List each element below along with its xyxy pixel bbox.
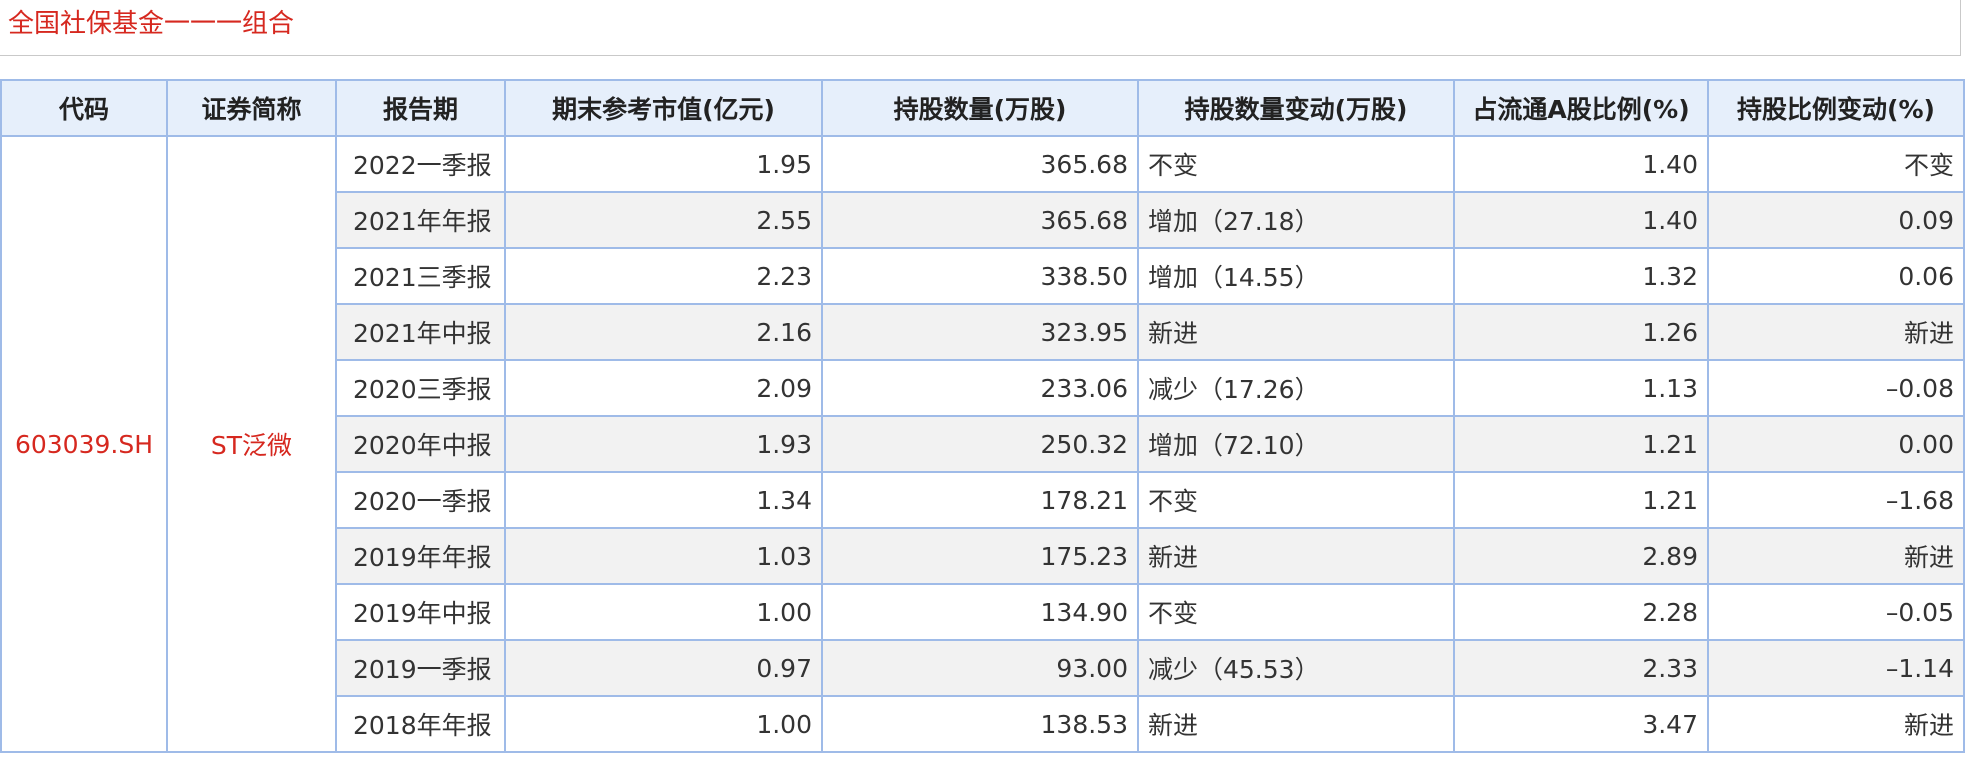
cell-market-value: 2.16 <box>504 303 823 361</box>
cell-market-value: 2.09 <box>504 359 823 417</box>
title-box: 全国社保基金一一一组合 <box>0 0 1961 56</box>
cell-ratio-change: 0.09 <box>1707 191 1965 249</box>
cell-report-period: 2019年年报 <box>335 527 506 585</box>
cell-shares: 233.06 <box>821 359 1139 417</box>
cell-share-change: 新进 <box>1137 695 1455 753</box>
cell-float-ratio: 1.40 <box>1453 135 1709 193</box>
cell-report-period: 2021三季报 <box>335 247 506 305</box>
table-header: 代码 证券简称 报告期 期末参考市值(亿元) 持股数量(万股) 持股数量变动(万… <box>0 79 1965 137</box>
table-row[interactable]: 603039.SH ST泛微 2022一季报 1.95 365.68 不变 1.40 不变 <box>0 135 1965 753</box>
fund-title: 全国社保基金一一一组合 <box>8 9 295 39</box>
cell-shares: 323.95 <box>821 303 1139 361</box>
cell-float-ratio: 1.26 <box>1453 303 1709 361</box>
cell-report-period: 2021年年报 <box>335 191 506 249</box>
cell-market-value: 2.55 <box>504 191 823 249</box>
cell-market-value: 1.95 <box>504 135 823 193</box>
cell-float-ratio: 1.13 <box>1453 359 1709 417</box>
cell-float-ratio: 2.28 <box>1453 583 1709 641</box>
cell-shares: 365.68 <box>821 191 1139 249</box>
cell-shares: 134.90 <box>821 583 1139 641</box>
cell-report-period: 2022一季报 <box>335 135 506 193</box>
cell-report-period: 2020一季报 <box>335 471 506 529</box>
cell-report-period: 2019年中报 <box>335 583 506 641</box>
header-market-value[interactable]: 期末参考市值(亿元) <box>504 79 823 137</box>
cell-report-period: 2018年年报 <box>335 695 506 753</box>
cell-report-period: 2021年中报 <box>335 303 506 361</box>
cell-ratio-change: –1.68 <box>1707 471 1965 529</box>
cell-float-ratio: 2.33 <box>1453 639 1709 697</box>
header-report-period[interactable]: 报告期 <box>335 79 506 137</box>
cell-market-value: 1.00 <box>504 583 823 641</box>
cell-ratio-change: 不变 <box>1707 135 1965 193</box>
cell-float-ratio: 2.89 <box>1453 527 1709 585</box>
cell-ratio-change: –0.08 <box>1707 359 1965 417</box>
cell-share-change: 增加（14.55） <box>1137 247 1455 305</box>
table-body: 603039.SH ST泛微 2022一季报 1.95 365.68 不变 1.40 不变 20… <box>0 135 1965 753</box>
header-shares[interactable]: 持股数量(万股) <box>821 79 1139 137</box>
stock-name-link[interactable]: ST泛微 <box>166 135 337 753</box>
cell-share-change: 减少（17.26） <box>1137 359 1455 417</box>
cell-float-ratio: 1.21 <box>1453 471 1709 529</box>
header-code[interactable]: 代码 <box>0 79 168 137</box>
cell-report-period: 2020年中报 <box>335 415 506 473</box>
cell-report-period: 2020三季报 <box>335 359 506 417</box>
cell-market-value: 1.03 <box>504 527 823 585</box>
cell-ratio-change: 新进 <box>1707 527 1965 585</box>
stock-code-link[interactable]: 603039.SH <box>0 135 168 753</box>
holdings-table: 代码 证券简称 报告期 期末参考市值(亿元) 持股数量(万股) 持股数量变动(万… <box>0 79 1965 753</box>
cell-ratio-change: –0.05 <box>1707 583 1965 641</box>
cell-market-value: 0.97 <box>504 639 823 697</box>
cell-float-ratio: 1.32 <box>1453 247 1709 305</box>
cell-ratio-change: 新进 <box>1707 695 1965 753</box>
cell-shares: 138.53 <box>821 695 1139 753</box>
cell-ratio-change: 0.00 <box>1707 415 1965 473</box>
cell-shares: 178.21 <box>821 471 1139 529</box>
cell-shares: 93.00 <box>821 639 1139 697</box>
cell-share-change: 不变 <box>1137 583 1455 641</box>
cell-shares: 250.32 <box>821 415 1139 473</box>
cell-share-change: 不变 <box>1137 471 1455 529</box>
cell-share-change: 增加（27.18） <box>1137 191 1455 249</box>
cell-shares: 338.50 <box>821 247 1139 305</box>
cell-report-period: 2019一季报 <box>335 639 506 697</box>
cell-shares: 365.68 <box>821 135 1139 193</box>
cell-ratio-change: –1.14 <box>1707 639 1965 697</box>
cell-market-value: 1.34 <box>504 471 823 529</box>
header-row: 代码 证券简称 报告期 期末参考市值(亿元) 持股数量(万股) 持股数量变动(万… <box>0 79 1965 137</box>
cell-market-value: 1.00 <box>504 695 823 753</box>
cell-share-change: 新进 <box>1137 527 1455 585</box>
cell-share-change: 增加（72.10） <box>1137 415 1455 473</box>
cell-share-change: 不变 <box>1137 135 1455 193</box>
header-security-name[interactable]: 证券简称 <box>166 79 337 137</box>
cell-float-ratio: 3.47 <box>1453 695 1709 753</box>
cell-shares: 175.23 <box>821 527 1139 585</box>
header-share-change[interactable]: 持股数量变动(万股) <box>1137 79 1455 137</box>
cell-market-value: 1.93 <box>504 415 823 473</box>
cell-ratio-change: 新进 <box>1707 303 1965 361</box>
cell-market-value: 2.23 <box>504 247 823 305</box>
cell-float-ratio: 1.21 <box>1453 415 1709 473</box>
cell-float-ratio: 1.40 <box>1453 191 1709 249</box>
header-ratio-change[interactable]: 持股比例变动(%) <box>1707 79 1965 137</box>
header-float-ratio[interactable]: 占流通A股比例(%) <box>1453 79 1709 137</box>
cell-share-change: 减少（45.53） <box>1137 639 1455 697</box>
cell-ratio-change: 0.06 <box>1707 247 1965 305</box>
cell-share-change: 新进 <box>1137 303 1455 361</box>
